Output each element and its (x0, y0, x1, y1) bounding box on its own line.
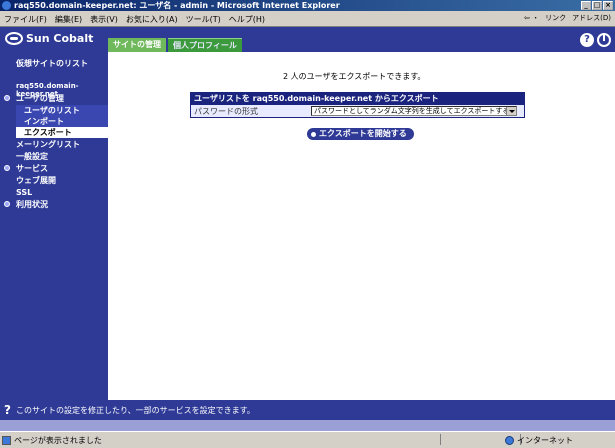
close-button[interactable]: × (603, 1, 613, 10)
logout-power-icon[interactable] (597, 33, 611, 47)
export-panel: ユーザリストを raq550.domain-keeper.net からエクスポー… (190, 92, 525, 118)
status-divider (440, 434, 441, 445)
panel-title: ユーザリストを raq550.domain-keeper.net からエクスポー… (191, 93, 524, 104)
status-text: ページが表示されました (14, 436, 102, 445)
cobalt-logo-icon (5, 32, 23, 45)
start-export-button[interactable]: エクスポートを開始する (307, 128, 414, 140)
sidebar-item-export[interactable]: エクスポート (16, 127, 108, 138)
export-count-text: 2 人のユーザをエクスポートできます。 (283, 72, 426, 81)
ie-icon (2, 1, 11, 10)
menu-edit[interactable]: 編集(E) (55, 14, 82, 25)
menu-view[interactable]: 表示(V) (90, 14, 118, 25)
status-bar: ページが表示されました インターネット (0, 431, 615, 448)
bullet-icon (4, 95, 10, 101)
page-gap (0, 420, 615, 431)
sidebar-item-services[interactable]: サービス (0, 163, 108, 174)
internet-zone-icon (505, 436, 514, 445)
sidebar-item-mailing-list[interactable]: メーリングリスト (0, 139, 108, 150)
menu-favorites[interactable]: お気に入り(A) (126, 14, 178, 25)
info-bar: ? このサイトの設定を修正したり、一部のサービスを設定できます。 (0, 400, 615, 420)
info-text: このサイトの設定を修正したり、一部のサービスを設定できます。 (16, 406, 255, 415)
password-format-row: パスワードの形式 パスワードとしてランダム文字列を生成してエクスポートする (191, 104, 524, 117)
sun-cobalt-logo: Sun Cobalt (5, 32, 93, 45)
password-format-select[interactable]: パスワードとしてランダム文字列を生成してエクスポートする (311, 106, 517, 116)
bullet-icon (4, 201, 10, 207)
dropdown-arrow-icon[interactable] (506, 107, 516, 115)
minimize-button[interactable]: _ (581, 1, 591, 10)
password-format-label: パスワードの形式 (194, 106, 258, 116)
menu-file[interactable]: ファイル(F) (4, 14, 47, 25)
menu-bar: ファイル(F) 編集(E) 表示(V) お気に入り(A) ツール(T) ヘルプ(… (0, 11, 615, 27)
page-icon (2, 436, 11, 445)
back-button[interactable]: ⇦ ・ (524, 13, 539, 23)
sidebar-item-user-list[interactable]: ユーザのリスト (16, 105, 108, 116)
window-title: raq550.domain-keeper.net: ユーザ名 - admin -… (14, 1, 340, 10)
sidebar-item-ssl[interactable]: SSL (0, 187, 108, 198)
maximize-button[interactable]: □ (592, 1, 602, 10)
logo-text: Sun Cobalt (26, 32, 94, 45)
sidebar-item-web-deploy[interactable]: ウェブ展開 (0, 175, 108, 186)
zone-text: インターネット (517, 436, 573, 445)
sidebar-item-usage[interactable]: 利用状況 (0, 199, 108, 210)
sidebar: 仮想サイトのリスト raq550.domain-keeper.net ユーザの管… (0, 52, 108, 400)
sidebar-item-virtual-sites[interactable]: 仮想サイトのリスト (16, 58, 108, 69)
window-title-bar: raq550.domain-keeper.net: ユーザ名 - admin -… (0, 0, 615, 11)
password-format-value: パスワードとしてランダム文字列を生成してエクスポートする (314, 107, 510, 115)
links-label[interactable]: リンク (545, 13, 566, 23)
sidebar-item-general-settings[interactable]: 一般設定 (0, 151, 108, 162)
brand-bar: Sun Cobalt サイトの管理 個人プロフィール ? (0, 27, 615, 53)
question-icon: ? (4, 403, 11, 417)
help-icon[interactable]: ? (580, 33, 594, 47)
main-content: 2 人のユーザをエクスポートできます。 ユーザリストを raq550.domai… (108, 52, 615, 400)
bullet-icon (4, 165, 10, 171)
tab-site-management[interactable]: サイトの管理 (108, 38, 166, 52)
menu-tools[interactable]: ツール(T) (186, 14, 221, 25)
tab-personal-profile[interactable]: 個人プロフィール (168, 38, 242, 53)
button-bullet-icon (311, 131, 316, 137)
address-label[interactable]: アドレス(D) (572, 13, 611, 23)
menu-help[interactable]: ヘルプ(H) (229, 14, 265, 25)
sidebar-item-import[interactable]: インポート (16, 116, 108, 127)
sidebar-item-user-management[interactable]: ユーザの管理 (0, 93, 108, 104)
